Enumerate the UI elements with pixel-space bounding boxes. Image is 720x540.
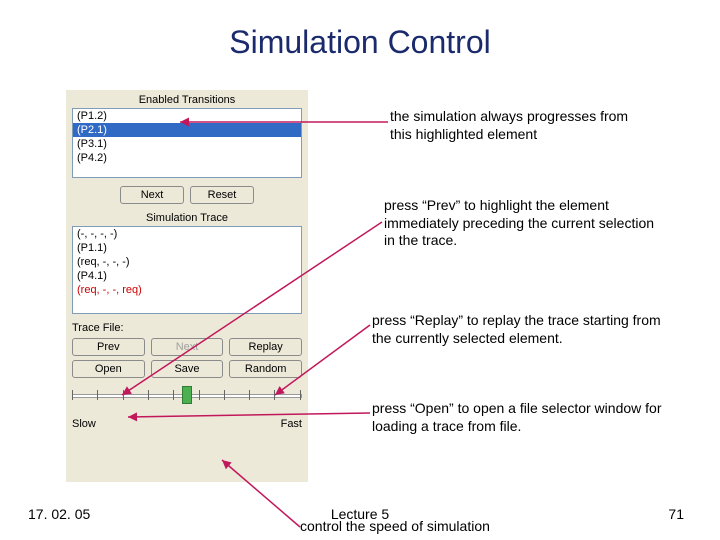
fast-label: Fast — [281, 418, 302, 430]
list-item[interactable]: (P4.2) — [73, 151, 301, 165]
list-item[interactable]: (req, -, -, req) — [73, 283, 301, 297]
trace-file-label: Trace File: — [66, 320, 308, 336]
list-item[interactable]: (-, -, -, -) — [73, 227, 301, 241]
slow-label: Slow — [72, 418, 96, 430]
open-button[interactable]: Open — [72, 360, 145, 378]
annotation-replay: press “Replay” to replay the trace start… — [372, 312, 682, 347]
next-trace-button[interactable]: Next — [151, 338, 224, 356]
annotation-open: press “Open” to open a file selector win… — [372, 400, 692, 435]
reset-button[interactable]: Reset — [190, 186, 254, 204]
footer-page: 71 — [668, 506, 684, 522]
enabled-transitions-header: Enabled Transitions — [66, 90, 308, 108]
list-item[interactable]: (P3.1) — [73, 137, 301, 151]
trace-button-row-2: Open Save Random — [66, 358, 308, 380]
list-item[interactable]: (P2.1) — [73, 123, 301, 137]
next-button[interactable]: Next — [120, 186, 184, 204]
trace-button-row-1: Prev Next Replay — [66, 336, 308, 358]
simulation-trace-header: Simulation Trace — [66, 208, 308, 226]
slider-thumb[interactable] — [182, 386, 192, 404]
enabled-button-row: Next Reset — [66, 184, 308, 208]
simulation-trace-listbox[interactable]: (-, -, -, -) (P1.1) (req, -, -, -) (P4.1… — [72, 226, 302, 314]
speed-slider[interactable] — [72, 386, 302, 418]
slide-title: Simulation Control — [0, 24, 720, 61]
slider-labels: Slow Fast — [66, 418, 308, 434]
random-button[interactable]: Random — [229, 360, 302, 378]
list-item[interactable]: (req, -, -, -) — [73, 255, 301, 269]
replay-button[interactable]: Replay — [229, 338, 302, 356]
list-item[interactable]: (P1.2) — [73, 109, 301, 123]
annotation-prev: press “Prev” to highlight the element im… — [384, 197, 664, 250]
save-button[interactable]: Save — [151, 360, 224, 378]
enabled-transitions-listbox[interactable]: (P1.2) (P2.1) (P3.1) (P4.2) — [72, 108, 302, 178]
list-item[interactable]: (P1.1) — [73, 241, 301, 255]
list-item[interactable]: (P4.1) — [73, 269, 301, 283]
simulation-panel: Enabled Transitions (P1.2) (P2.1) (P3.1)… — [66, 90, 308, 482]
annotation-speed: control the speed of simulation — [300, 518, 490, 534]
annotation-highlighted: the simulation always progresses from th… — [390, 108, 650, 143]
prev-button[interactable]: Prev — [72, 338, 145, 356]
